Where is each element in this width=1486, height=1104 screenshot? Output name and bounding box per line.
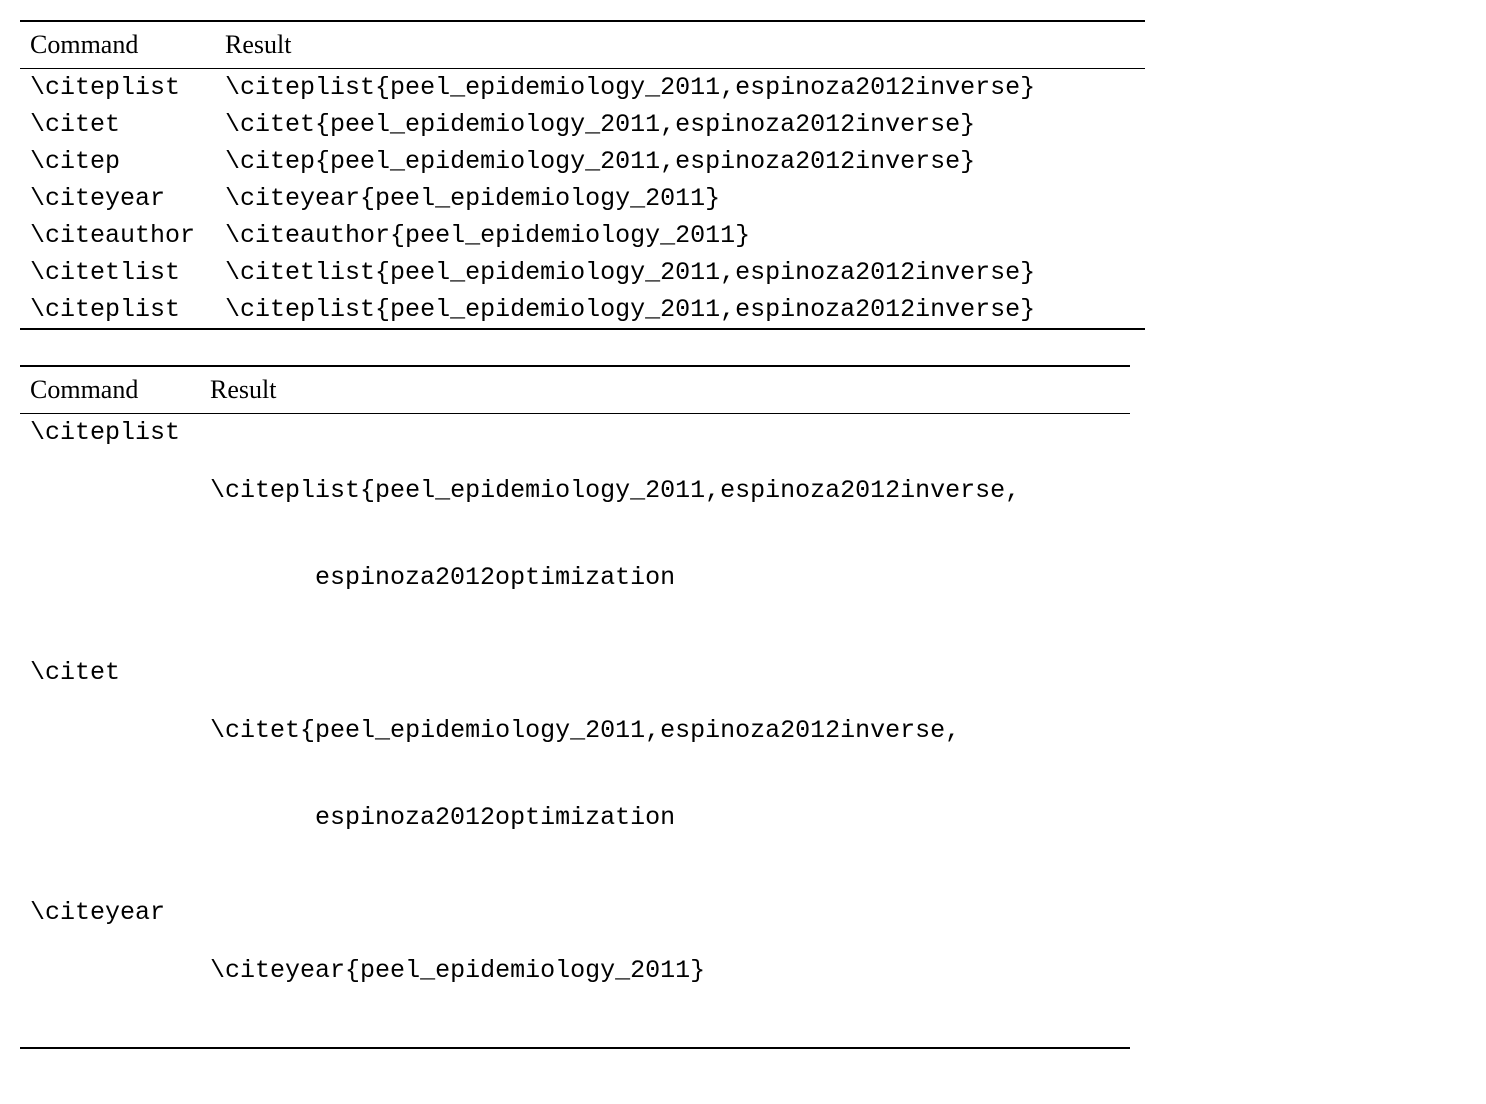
result-cell: \citeplist{peel_epidemiology_2011,espino… <box>215 291 1145 329</box>
result-line: \citeplist{peel_epidemiology_2011,espino… <box>210 476 1110 505</box>
table-row: \citeplist \citeplist{peel_epidemiology_… <box>20 291 1145 329</box>
result-cell: \citetlist{peel_epidemiology_2011,espino… <box>215 254 1145 291</box>
table-row: \citep \citep{peel_epidemiology_2011,esp… <box>20 143 1145 180</box>
command-cell: \citeauthor <box>20 217 215 254</box>
table-header-row: Command Result <box>20 366 1130 414</box>
table-row: \citet \citet{peel_epidemiology_2011,esp… <box>20 654 1130 894</box>
result-line-continuation: espinoza2012optimization <box>210 803 1110 832</box>
command-cell: \citeplist <box>20 414 200 655</box>
command-cell: \citeplist <box>20 69 215 107</box>
result-line: \citeyear{peel_epidemiology_2011} <box>210 956 1110 985</box>
result-line-continuation: espinoza2012optimization <box>210 563 1110 592</box>
table-row: \citetlist \citetlist{peel_epidemiology_… <box>20 254 1145 291</box>
header-result: Result <box>200 366 1130 414</box>
table-row: \citeauthor \citeauthor{peel_epidemiolog… <box>20 217 1145 254</box>
command-cell: \citet <box>20 654 200 894</box>
result-cell: \citet{peel_epidemiology_2011,espinoza20… <box>200 654 1130 894</box>
table-row: \citeplist \citeplist{peel_epidemiology_… <box>20 414 1130 655</box>
table-row: \citeyear \citeyear{peel_epidemiology_20… <box>20 180 1145 217</box>
table-header-row: Command Result <box>20 21 1145 69</box>
header-command: Command <box>20 366 200 414</box>
citation-table-2: Command Result \citeplist \citeplist{pee… <box>20 365 1130 1049</box>
citation-table-1: Command Result \citeplist \citeplist{pee… <box>20 20 1145 330</box>
result-cell: \citeauthor{peel_epidemiology_2011} <box>215 217 1145 254</box>
table-row: \citeyear \citeyear{peel_epidemiology_20… <box>20 894 1130 1048</box>
result-cell: \citeyear{peel_epidemiology_2011} <box>215 180 1145 217</box>
result-cell: \citeyear{peel_epidemiology_2011} <box>200 894 1130 1048</box>
header-command: Command <box>20 21 215 69</box>
command-cell: \citeyear <box>20 894 200 1048</box>
table-row: \citeplist \citeplist{peel_epidemiology_… <box>20 69 1145 107</box>
command-cell: \citet <box>20 106 215 143</box>
header-result: Result <box>215 21 1145 69</box>
command-cell: \citetlist <box>20 254 215 291</box>
table-row: \citet \citet{peel_epidemiology_2011,esp… <box>20 106 1145 143</box>
command-cell: \citeplist <box>20 291 215 329</box>
result-line: \citet{peel_epidemiology_2011,espinoza20… <box>210 716 1110 745</box>
result-cell: \citet{peel_epidemiology_2011,espinoza20… <box>215 106 1145 143</box>
result-cell: \citeplist{peel_epidemiology_2011,espino… <box>200 414 1130 655</box>
result-cell: \citeplist{peel_epidemiology_2011,espino… <box>215 69 1145 107</box>
command-cell: \citeyear <box>20 180 215 217</box>
command-cell: \citep <box>20 143 215 180</box>
result-cell: \citep{peel_epidemiology_2011,espinoza20… <box>215 143 1145 180</box>
